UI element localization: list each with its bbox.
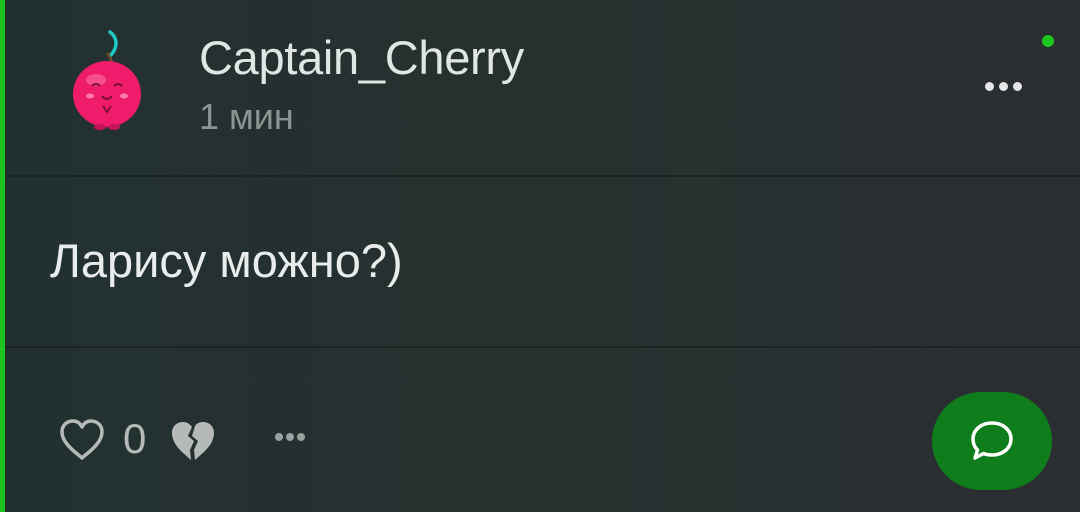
broken-heart-icon[interactable]	[170, 420, 216, 462]
cherry-avatar-icon	[73, 30, 141, 130]
divider-top	[5, 175, 1080, 177]
post-timestamp: 1 мин	[199, 96, 294, 137]
divider-bottom	[5, 346, 1080, 348]
chat-bubble-icon	[971, 421, 1013, 460]
more-horizontal-icon-dot	[297, 433, 305, 441]
post-card: Captain_Cherry 1 мин Ларису можно?) 0	[0, 0, 1080, 512]
username[interactable]: Captain_Cherry	[199, 30, 524, 85]
comment-button[interactable]	[932, 392, 1052, 490]
more-horizontal-icon-dot	[998, 81, 1008, 91]
more-actions-button[interactable]	[268, 422, 312, 452]
avatar[interactable]	[62, 26, 154, 136]
more-horizontal-icon-dot	[286, 433, 294, 441]
more-options-button[interactable]	[975, 66, 1031, 106]
post-message: Ларису можно?)	[50, 234, 403, 287]
more-horizontal-icon-dot	[1012, 81, 1022, 91]
more-horizontal-icon-dot	[275, 433, 283, 441]
like-count: 0	[123, 415, 147, 462]
heart-outline-icon[interactable]	[58, 418, 106, 462]
post-header: Captain_Cherry 1 мин	[0, 0, 1080, 176]
online-indicator	[1042, 35, 1054, 47]
more-horizontal-icon-dot	[984, 81, 994, 91]
